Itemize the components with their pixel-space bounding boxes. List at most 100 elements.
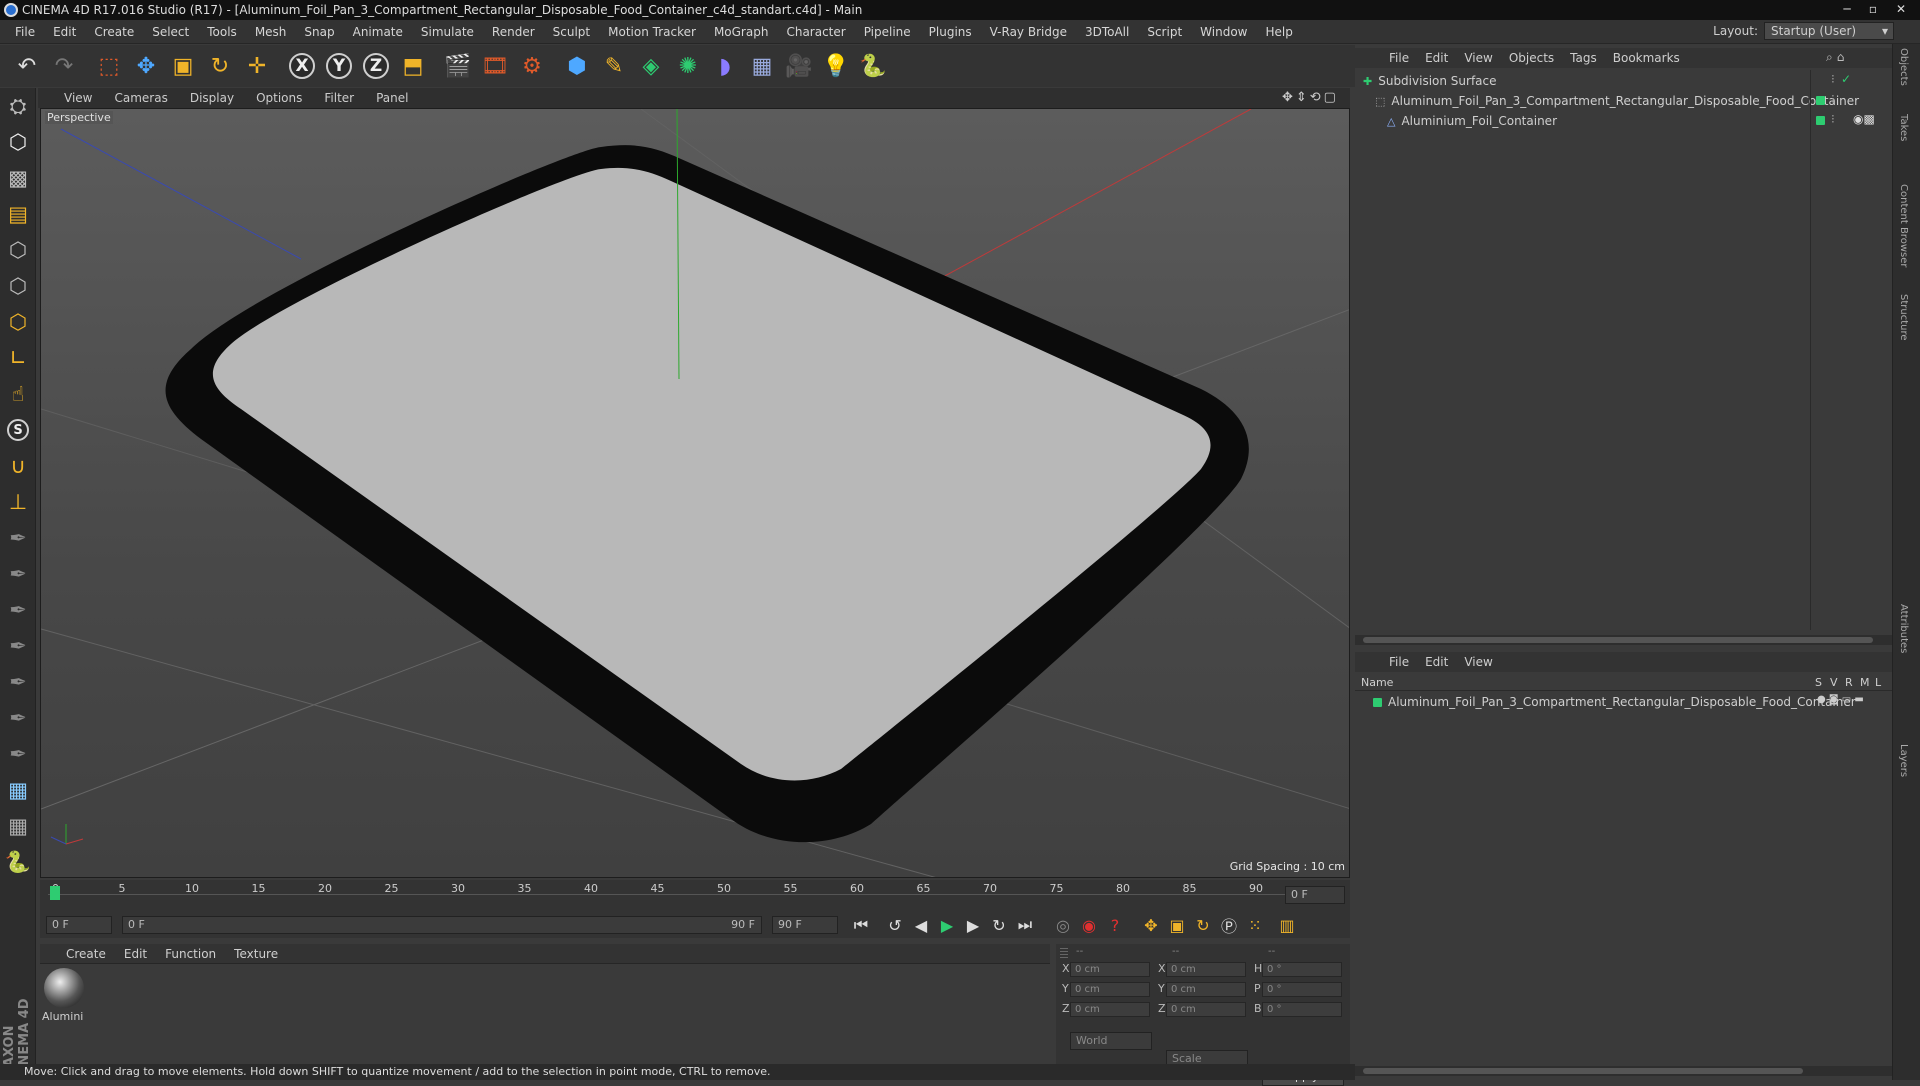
layer-column-l[interactable]: L xyxy=(1875,676,1881,689)
make-editable-icon[interactable]: ⛭ xyxy=(0,88,36,124)
material-menu-function[interactable]: Function xyxy=(165,947,216,961)
model-mode-icon[interactable]: ⬡ xyxy=(0,124,36,160)
sculpt-brush-3-icon[interactable]: ✒ xyxy=(0,592,36,628)
nurbs-icon[interactable]: ◈ xyxy=(634,49,668,83)
light-icon[interactable]: 💡 xyxy=(819,49,853,83)
coord-value-field[interactable]: 0 ° xyxy=(1262,962,1342,977)
undo-icon[interactable]: ↶ xyxy=(10,49,44,83)
viewport-menu-options[interactable]: Options xyxy=(256,91,302,105)
menu-mesh[interactable]: Mesh xyxy=(246,25,296,39)
right-tab-objects[interactable]: Objects xyxy=(1898,48,1909,86)
right-tab-takes[interactable]: Takes xyxy=(1898,114,1909,141)
previous-keyframe-icon[interactable]: ↺ xyxy=(882,913,908,937)
layer-manager-scrollbar[interactable] xyxy=(1355,1066,1892,1076)
x-axis-lock-button[interactable]: X xyxy=(285,49,319,83)
menu-create[interactable]: Create xyxy=(85,25,143,39)
menu-render[interactable]: Render xyxy=(483,25,544,39)
sculpt-brush-5-icon[interactable]: ✒ xyxy=(0,664,36,700)
texture-mode-icon[interactable]: ▩ xyxy=(0,160,36,196)
sculpt-brush-6-icon[interactable]: ✒ xyxy=(0,700,36,736)
menu-help[interactable]: Help xyxy=(1256,25,1301,39)
menu-pipeline[interactable]: Pipeline xyxy=(855,25,920,39)
menu-3dtoall[interactable]: 3DToAll xyxy=(1076,25,1138,39)
layer-row[interactable]: Aluminum_Foil_Pan_3_Compartment_Rectangu… xyxy=(1373,693,1856,711)
layer-menu-view[interactable]: View xyxy=(1464,655,1492,669)
points-mode-icon[interactable]: ⬡ xyxy=(0,232,36,268)
coord-value-field[interactable]: 0 cm xyxy=(1166,962,1246,977)
next-keyframe-icon[interactable]: ↻ xyxy=(986,913,1012,937)
right-tab-attributes[interactable]: Attributes xyxy=(1898,604,1909,653)
keyframe-selection-icon[interactable]: ? xyxy=(1102,913,1128,937)
deformer-icon[interactable]: ◗ xyxy=(708,49,742,83)
cube-icon[interactable]: ⬢ xyxy=(560,49,594,83)
array-icon[interactable]: ✺ xyxy=(671,49,705,83)
menu-edit[interactable]: Edit xyxy=(44,25,85,39)
render-view-icon[interactable]: 🎬 xyxy=(441,49,475,83)
end-frame-field[interactable]: 90 F xyxy=(772,916,838,934)
menu-character[interactable]: Character xyxy=(777,25,854,39)
snap-icon[interactable]: S xyxy=(0,412,36,448)
texture-tag-icon[interactable]: ◉▩ xyxy=(1853,112,1875,126)
key-parameter-icon[interactable]: Ⓟ xyxy=(1216,913,1242,937)
material-menu-edit[interactable]: Edit xyxy=(124,947,147,961)
menu-motion-tracker[interactable]: Motion Tracker xyxy=(599,25,705,39)
layer-column-m[interactable]: M xyxy=(1860,676,1870,689)
layer-color-icon[interactable] xyxy=(1816,116,1825,125)
menu-animate[interactable]: Animate xyxy=(344,25,412,39)
layer-column-name[interactable]: Name xyxy=(1361,676,1393,689)
playhead[interactable] xyxy=(50,886,60,900)
magnet-icon[interactable]: ∪ xyxy=(0,448,36,484)
coord-value-field[interactable]: 0 cm xyxy=(1166,982,1246,997)
material-menu-texture[interactable]: Texture xyxy=(234,947,278,961)
layer-toggle-icons[interactable]: ● ◙ ▭ ▬ xyxy=(1817,694,1864,705)
viewport-menu-cameras[interactable]: Cameras xyxy=(114,91,167,105)
sculpt-brush-1-icon[interactable]: ✒ xyxy=(0,520,36,556)
close-button[interactable]: ✕ xyxy=(1888,1,1914,18)
layer-column-v[interactable]: V xyxy=(1830,676,1838,689)
object-manager-search-icon[interactable]: ⌕⌂ xyxy=(1826,50,1848,65)
transform-icon[interactable]: ✛ xyxy=(240,49,274,83)
viewport-nav-icons[interactable]: ✥⇕⟲▢ xyxy=(1282,90,1339,105)
menu-snap[interactable]: Snap xyxy=(295,25,343,39)
right-tab-content-browser[interactable]: Content Browser xyxy=(1898,184,1909,267)
coord-value-field[interactable]: 0 cm xyxy=(1070,962,1150,977)
layer-color-icon[interactable] xyxy=(1816,96,1825,105)
object-menu-file[interactable]: File xyxy=(1389,51,1409,65)
axis-lock-icon[interactable]: ⊥ xyxy=(0,484,36,520)
layer-menu-file[interactable]: File xyxy=(1389,655,1409,669)
menu-script[interactable]: Script xyxy=(1138,25,1191,39)
z-axis-lock-button[interactable]: Z xyxy=(359,49,393,83)
coord-value-field[interactable]: 0 cm xyxy=(1166,1002,1246,1017)
object-manager-scrollbar[interactable] xyxy=(1355,635,1892,645)
move-icon[interactable]: ✥ xyxy=(129,49,163,83)
menu-select[interactable]: Select xyxy=(143,25,198,39)
grid-icon[interactable]: ▦ xyxy=(0,808,36,844)
y-axis-lock-button[interactable]: Y xyxy=(322,49,356,83)
object-menu-tags[interactable]: Tags xyxy=(1570,51,1597,65)
autokey-icon[interactable]: ◉ xyxy=(1076,913,1102,937)
viewport-menu-display[interactable]: Display xyxy=(190,91,234,105)
coord-value-field[interactable]: 0 ° xyxy=(1262,982,1342,997)
edges-mode-icon[interactable]: ⬡ xyxy=(0,268,36,304)
camera-icon[interactable]: 🎥 xyxy=(782,49,816,83)
coordinate-mode-dropdown[interactable]: World xyxy=(1070,1032,1152,1050)
record-keys-icon[interactable]: ◎ xyxy=(1050,913,1076,937)
right-tab-structure[interactable]: Structure xyxy=(1898,294,1909,341)
object-row[interactable]: ✚ Subdivision Surface xyxy=(1363,72,1497,90)
start-frame-field[interactable]: 0 F xyxy=(46,916,112,934)
render-picture-viewer-icon[interactable]: 🎞 xyxy=(478,49,512,83)
grid-lock-icon[interactable]: ▦ xyxy=(0,772,36,808)
menu-sculpt[interactable]: Sculpt xyxy=(544,25,599,39)
menu-plugins[interactable]: Plugins xyxy=(920,25,981,39)
axis-mode-icon[interactable]: ∟ xyxy=(0,340,36,376)
scale-icon[interactable]: ▣ xyxy=(166,49,200,83)
visibility-toggle-icon[interactable]: ⁝ xyxy=(1831,112,1835,126)
render-settings-icon[interactable]: ⚙ xyxy=(515,49,549,83)
object-menu-bookmarks[interactable]: Bookmarks xyxy=(1613,51,1680,65)
python-icon[interactable]: 🐍 xyxy=(856,49,890,83)
enabled-check-icon[interactable]: ✓ xyxy=(1841,72,1851,86)
rotate-icon[interactable]: ↻ xyxy=(203,49,237,83)
sculpt-brush-4-icon[interactable]: ✒ xyxy=(0,628,36,664)
object-menu-edit[interactable]: Edit xyxy=(1425,51,1448,65)
sculpt-brush-7-icon[interactable]: ✒ xyxy=(0,736,36,772)
